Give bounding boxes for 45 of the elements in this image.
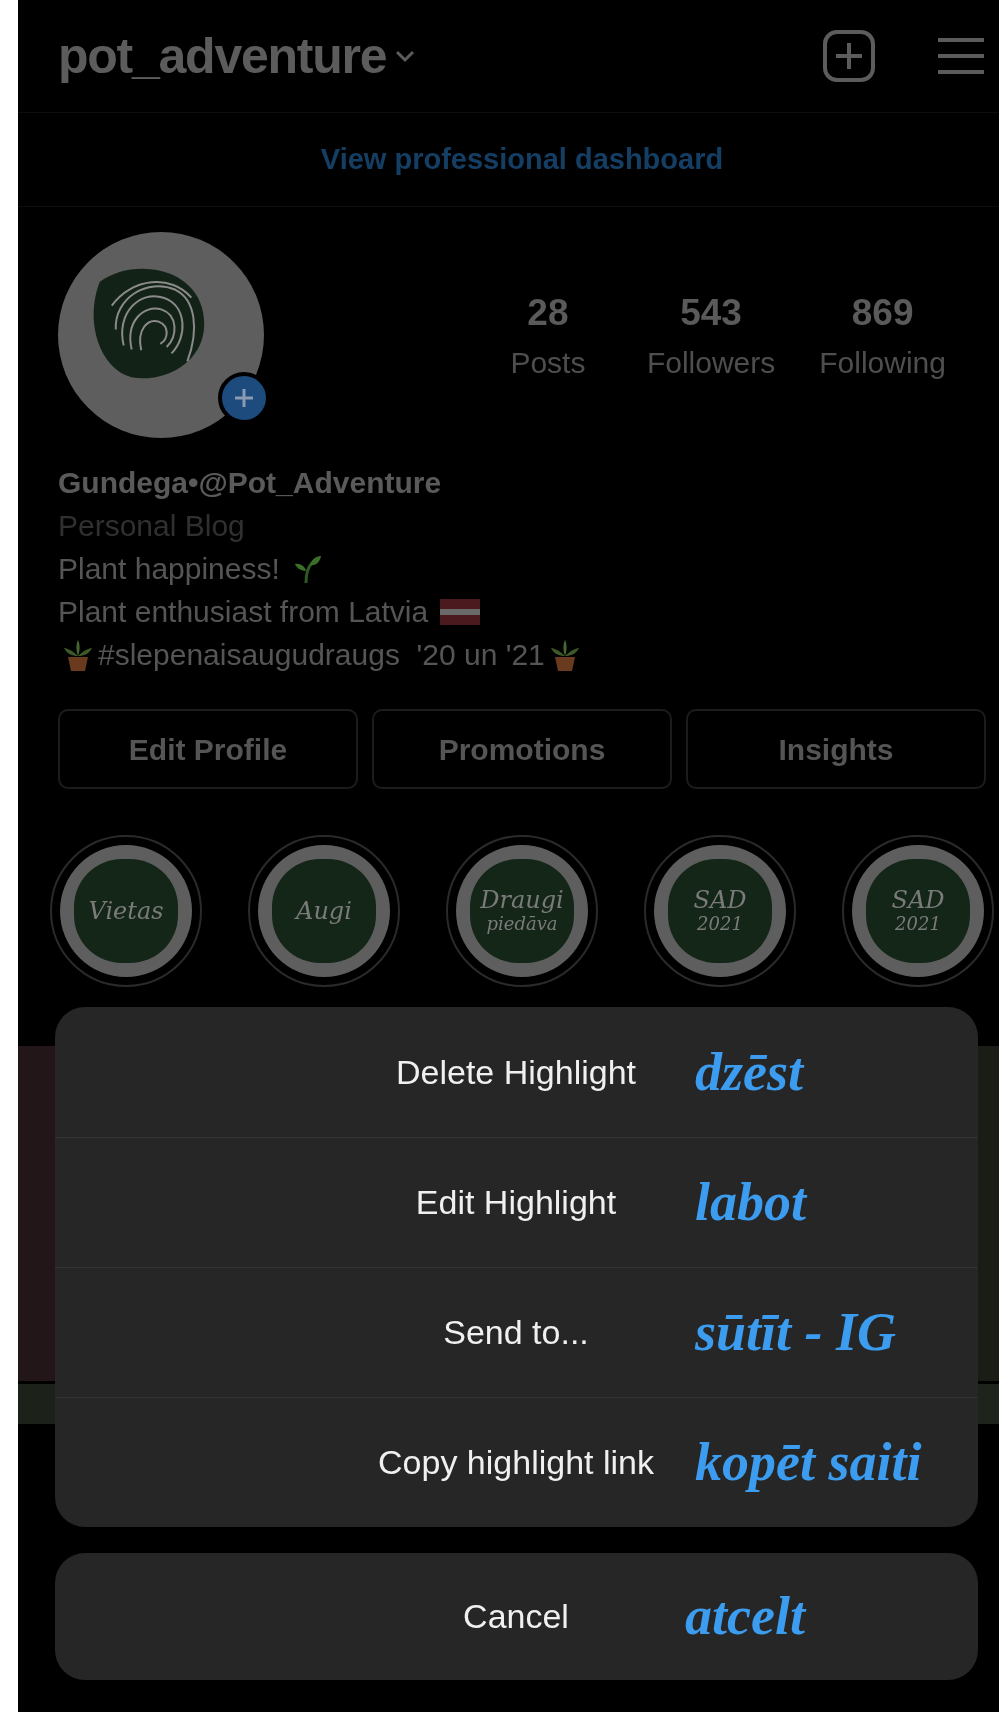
handwritten-note: atcelt xyxy=(685,1585,805,1648)
highlight-cover[interactable]: Vietas xyxy=(50,835,202,987)
highlight-cover-text: Vietas xyxy=(88,898,164,924)
potted-plant-icon xyxy=(548,638,581,672)
dashboard-link[interactable]: View professional dashboard xyxy=(320,137,724,182)
profile-action-button[interactable]: Promotions xyxy=(372,709,672,789)
highlight-cover-text: 2021 xyxy=(697,913,743,935)
stat-label[interactable]: Following xyxy=(819,340,946,386)
bio-line: Plant enthusiast from Latvia xyxy=(58,594,429,630)
sheet-option[interactable]: Edit Highlight xyxy=(415,1177,617,1228)
stat-count: 869 xyxy=(851,290,914,335)
highlight-cover-text: Draugi xyxy=(480,887,564,913)
highlight-cover-text: SAD xyxy=(693,887,747,913)
cancel-button[interactable]: Cancel xyxy=(463,1591,569,1642)
highlight-cover[interactable]: SAD 2021 xyxy=(644,835,796,987)
stat-count: 543 xyxy=(680,290,742,335)
potted-plant-icon xyxy=(62,638,94,672)
highlight-cover-text: 2021 xyxy=(895,913,941,935)
stat-label[interactable]: Followers xyxy=(646,340,776,386)
highlight-cover-text: Augi xyxy=(296,898,352,924)
highlight-cover-text: piedāva xyxy=(486,913,558,935)
chevron-down-icon[interactable] xyxy=(394,49,417,63)
handwritten-note: dzēst xyxy=(695,1040,803,1104)
profile-name: Gundega•@Pot_Adventure xyxy=(58,465,443,501)
bio-line: Plant happiness! xyxy=(58,551,280,587)
profile-action-button[interactable]: Insights xyxy=(686,709,986,789)
handwritten-note: sūtīt - IG xyxy=(695,1301,897,1364)
handwritten-note: kopēt saiti xyxy=(695,1431,922,1494)
username-title: pot_adventure xyxy=(58,26,387,86)
profile-action-button[interactable]: Edit Profile xyxy=(58,709,358,789)
stat-count: 28 xyxy=(527,290,569,335)
add-icon[interactable] xyxy=(822,29,876,83)
sheet-option[interactable]: Delete Highlight xyxy=(396,1046,636,1098)
highlight-cover[interactable]: Draugi piedāva xyxy=(446,835,598,987)
handwritten-note: labot xyxy=(695,1171,806,1234)
flag-icon xyxy=(440,599,481,625)
plus-icon xyxy=(233,387,255,409)
stat-label[interactable]: Posts xyxy=(510,340,586,386)
menu-icon[interactable] xyxy=(936,36,986,76)
sheet-option[interactable]: Send to... xyxy=(443,1307,589,1358)
highlight-cover[interactable]: Augi xyxy=(248,835,400,987)
sheet-option[interactable]: Copy highlight link xyxy=(378,1437,654,1488)
bio-line: #slepenaisaugudraugs '20 un '21 xyxy=(98,637,545,673)
highlight-cover-text: SAD xyxy=(891,887,945,913)
highlight-cover[interactable]: SAD 2021 xyxy=(842,835,994,987)
